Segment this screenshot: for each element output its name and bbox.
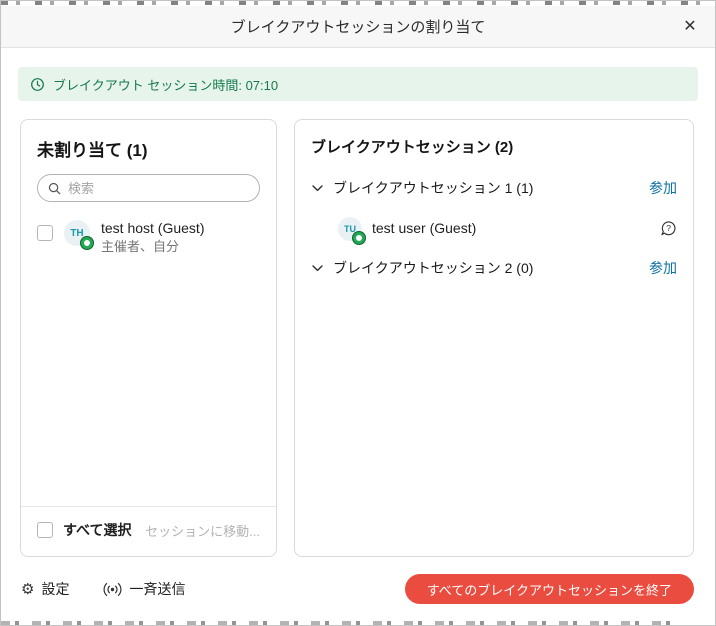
participant-row[interactable]: TH test host (Guest) 主催者、自分 (37, 219, 260, 256)
chevron-down-icon[interactable] (311, 265, 323, 272)
session-name: ブレイクアウトセッション 1 (1) (333, 178, 533, 198)
left-panel-footer: すべて選択 セッションに移動... (21, 506, 276, 540)
search-input[interactable] (68, 181, 249, 196)
session-row-2[interactable]: ブレイクアウトセッション 2 (0) 参加 (311, 253, 677, 283)
sessions-panel: ブレイクアウトセッション (2) ブレイクアウトセッション 1 (1) 参加 T… (294, 119, 694, 557)
chevron-down-icon[interactable] (311, 185, 323, 192)
session-participant-name: test user (Guest) (372, 219, 476, 238)
sessions-title: ブレイクアウトセッション (2) (311, 136, 677, 157)
background-window-artifact-top (1, 1, 715, 5)
participant-role: 主催者、自分 (101, 238, 204, 256)
dialog-footer: ⚙ 設定 一斉送信 すべてのブレイクアウトセッションを終了 (21, 573, 694, 605)
background-window-artifact-bottom (1, 621, 672, 625)
avatar: TU (338, 217, 362, 241)
broadcast-icon (103, 582, 122, 597)
avatar: TH (64, 220, 90, 246)
unassigned-title: 未割り当て (1) (37, 136, 260, 161)
session-row-1[interactable]: ブレイクアウトセッション 1 (1) 参加 (311, 173, 677, 203)
session-participant-row[interactable]: TU test user (Guest) ? (311, 211, 677, 245)
join-session-2-button[interactable]: 参加 (649, 258, 677, 278)
avatar-initials: TH (70, 228, 83, 239)
session-name: ブレイクアウトセッション 2 (0) (333, 258, 533, 278)
settings-label: 設定 (41, 579, 69, 599)
close-icon[interactable]: ✕ (678, 15, 702, 39)
participant-name: test host (Guest) (101, 219, 204, 238)
clock-icon (30, 77, 45, 92)
end-all-sessions-button[interactable]: すべてのブレイクアウトセッションを終了 (405, 574, 694, 604)
dialog-titlebar: ブレイクアウトセッションの割り当て ✕ (1, 6, 715, 48)
select-all-checkbox[interactable] (37, 522, 53, 538)
session-time-banner: ブレイクアウト セッション時間: 07:10 (18, 67, 698, 101)
gear-icon: ⚙ (21, 582, 34, 597)
panels-container: 未割り当て (1) TH test host (Guest) (20, 119, 694, 557)
presence-badge-icon (353, 232, 365, 244)
svg-text:?: ? (666, 223, 671, 233)
settings-button[interactable]: ⚙ 設定 (21, 579, 69, 599)
search-icon (48, 182, 61, 195)
participant-text: test host (Guest) 主催者、自分 (101, 219, 204, 256)
select-all-label: すべて選択 (63, 520, 131, 540)
presence-badge-icon (81, 237, 93, 249)
join-session-1-button[interactable]: 参加 (649, 178, 677, 198)
participant-checkbox[interactable] (37, 225, 53, 241)
session-time-text: ブレイクアウト セッション時間: 07:10 (53, 75, 278, 94)
move-to-session-button[interactable]: セッションに移動... (145, 521, 260, 540)
search-box[interactable] (37, 174, 260, 202)
unassigned-panel: 未割り当て (1) TH test host (Guest) (20, 119, 277, 557)
left-panel-spacer (37, 256, 260, 506)
broadcast-label: 一斉送信 (129, 579, 185, 599)
broadcast-button[interactable]: 一斉送信 (103, 579, 185, 599)
avatar-initials: TU (344, 224, 356, 234)
dialog-title: ブレイクアウトセッションの割り当て (231, 16, 486, 37)
ask-for-help-icon[interactable]: ? (660, 220, 677, 237)
breakout-assignment-dialog: ブレイクアウトセッションの割り当て ✕ ブレイクアウト セッション時間: 07:… (0, 0, 716, 626)
